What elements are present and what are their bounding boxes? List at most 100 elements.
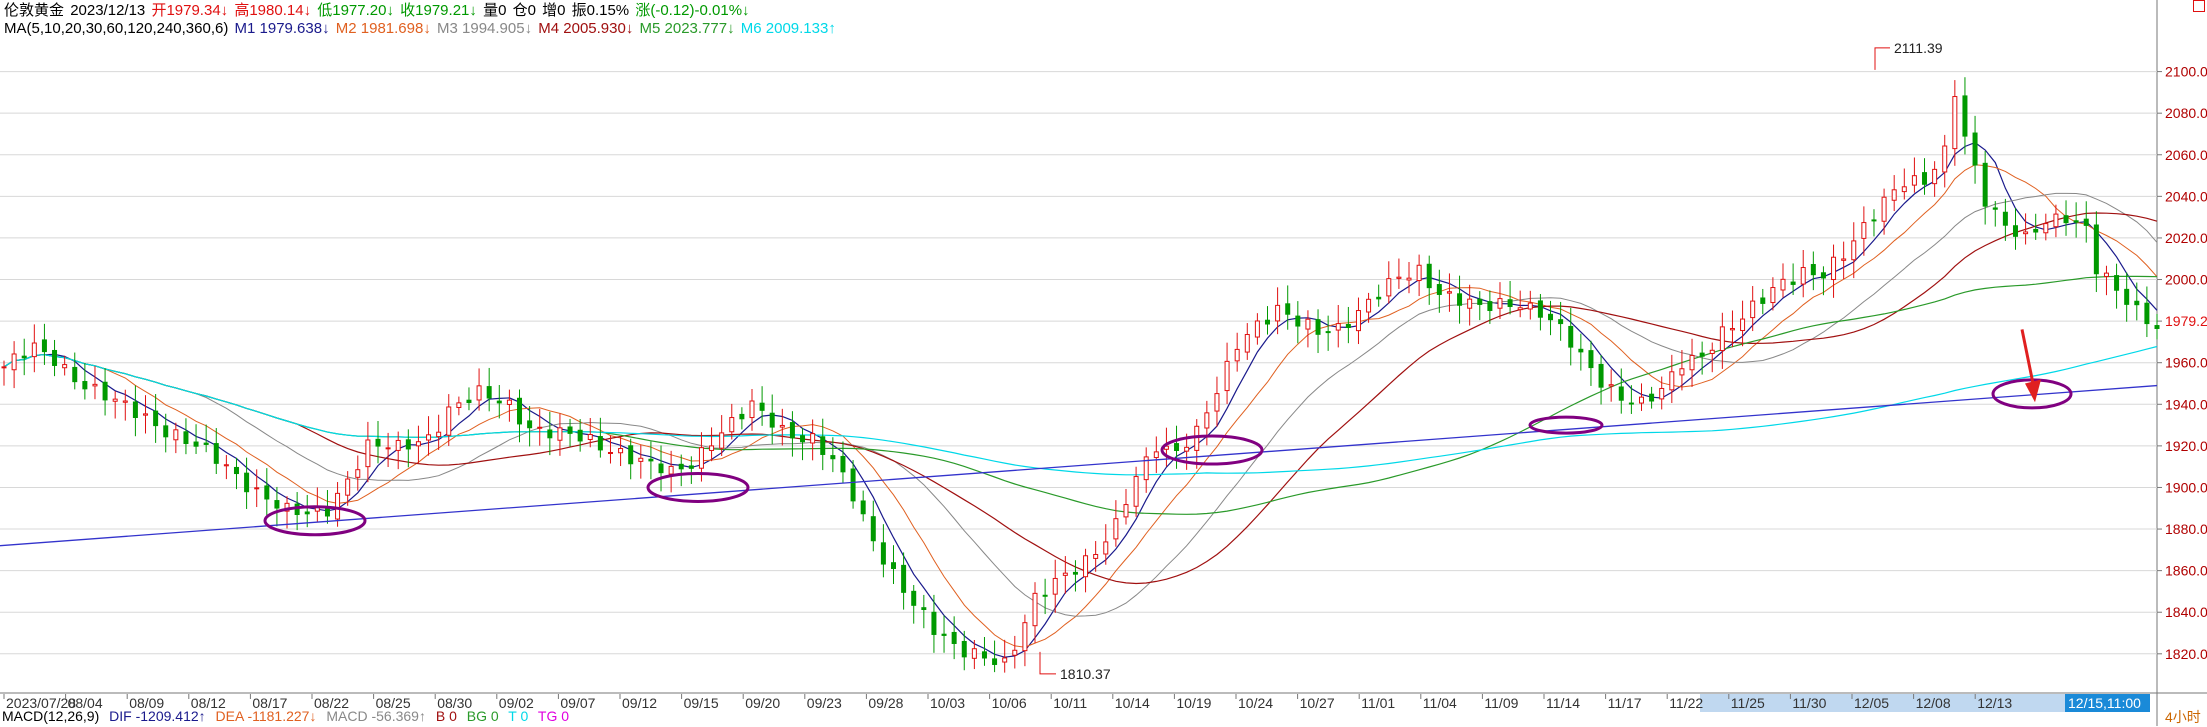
candle-body — [375, 438, 381, 447]
candle-body — [1264, 319, 1270, 325]
candle-body — [294, 503, 300, 516]
candle-body — [1901, 186, 1907, 193]
timeframe-label[interactable]: 4小时 — [2165, 707, 2201, 727]
candle-body — [1820, 272, 1826, 279]
down-arrow-shaft — [2020, 329, 2035, 384]
candle-body — [537, 426, 543, 429]
ma-m2-line — [3, 164, 2158, 648]
candle-body — [850, 468, 856, 502]
candle-body — [1032, 592, 1038, 627]
candle-body — [1729, 328, 1735, 331]
ma-m3: M3 1994.905↓ — [437, 20, 533, 37]
macd-t: T 0 — [508, 708, 529, 724]
x-tick-label: 09/28 — [868, 695, 903, 711]
candle-body — [183, 431, 189, 444]
quote-header: 伦敦黄金 2023/12/13 开1979.34↓ 高1980.14↓ 低197… — [4, 2, 752, 20]
candle-body — [749, 400, 755, 419]
support-trendline — [0, 384, 2158, 547]
candle-body — [1153, 451, 1159, 459]
candle-body — [2043, 223, 2049, 234]
x-tick-label: 11/17 — [1608, 695, 1642, 711]
candle-body — [1689, 354, 1695, 371]
candle-body — [628, 445, 634, 465]
candle-body — [1669, 371, 1675, 391]
y-tick-label: 1979.21 — [2165, 313, 2207, 329]
x-tick-label: 11/22 — [1669, 695, 1703, 711]
candle-body — [173, 429, 179, 441]
candle-body — [1800, 267, 1806, 285]
x-tick-label: 10/14 — [1115, 695, 1150, 711]
cursor-time-label: 12/15,11:00 — [2068, 695, 2141, 711]
candle-body — [1366, 298, 1372, 313]
candle-body — [1750, 300, 1756, 319]
candle-body — [456, 402, 462, 408]
candle-body — [931, 611, 937, 635]
candle-body — [567, 426, 573, 434]
x-tick-label: 10/19 — [1176, 695, 1211, 711]
candle-body — [436, 431, 442, 438]
candle-body — [62, 364, 68, 369]
candle-body — [1123, 504, 1129, 518]
volume-value: 量0 — [483, 2, 507, 19]
candle-body — [31, 342, 37, 358]
macd-dif: DIF -1209.412↑ — [109, 708, 206, 724]
macd-value: MACD -56.369↑ — [326, 708, 426, 724]
candle-body — [1052, 577, 1058, 595]
candle-body — [668, 465, 674, 475]
candle-body — [638, 457, 644, 462]
y-tick-label: 1960.00 — [2165, 355, 2207, 371]
close-value: 收1979.21↓ — [400, 2, 477, 19]
candle-body — [1072, 571, 1078, 575]
candle-body — [870, 516, 876, 542]
candle-body — [2124, 288, 2130, 305]
x-tick-label: 12/13 — [1977, 695, 2012, 711]
open-value: 开1979.34↓ — [151, 2, 229, 19]
candle-body — [2023, 231, 2029, 235]
candle-body — [1922, 172, 1928, 185]
candle-body — [41, 339, 47, 353]
candle-body — [2083, 218, 2089, 226]
y-tick-label: 1920.00 — [2165, 438, 2207, 454]
candle-body — [244, 472, 250, 493]
candle-body — [1962, 95, 1968, 137]
candle-body — [1224, 360, 1230, 392]
candle-body — [1002, 657, 1008, 663]
candle-body — [1861, 222, 1867, 239]
price-chart[interactable]: 1820.00 1840.00 1860.00 1880.00 1900.00 1920.… — [0, 0, 2207, 726]
candle-body — [759, 402, 765, 411]
candle-body — [789, 422, 795, 439]
x-tick-label: 10/11 — [1053, 695, 1087, 711]
candle-body — [577, 429, 583, 442]
candle-body — [1810, 264, 1816, 276]
candle-body — [1244, 334, 1250, 353]
ma-m1-line — [3, 141, 2158, 658]
macd-bg: BG 0 — [466, 708, 499, 724]
x-tick-label: 09/12 — [622, 695, 657, 711]
candle-body — [1467, 298, 1473, 309]
candle-body — [52, 349, 58, 366]
macd-b: B 0 — [435, 708, 457, 724]
candle-body — [688, 465, 694, 469]
window-corner-icon[interactable] — [2193, 0, 2205, 12]
candle-body — [506, 399, 512, 405]
candle-body — [72, 366, 78, 383]
candle-body — [1234, 348, 1240, 362]
down-arrow-head — [2025, 379, 2041, 403]
candle-body — [880, 542, 886, 565]
candle-body — [961, 640, 967, 658]
candle-body — [527, 420, 533, 429]
candle-body — [1355, 310, 1361, 332]
candle-body — [1457, 293, 1463, 306]
candle-body — [82, 381, 88, 390]
candle-body — [1113, 518, 1119, 540]
price-axis: 1820.00 1840.00 1860.00 1880.00 1900.00 1920.… — [2157, 64, 2207, 662]
candle-body — [557, 427, 563, 441]
candle-body — [1214, 393, 1220, 412]
candle-body — [860, 500, 866, 515]
candle-body — [1254, 320, 1260, 338]
candle-body — [112, 398, 118, 402]
macd-dea: DEA -1181.227↓ — [215, 708, 317, 724]
candle-body — [1618, 386, 1624, 401]
amplitude-value: 振0.15% — [571, 2, 630, 19]
candle-body — [1042, 594, 1048, 597]
